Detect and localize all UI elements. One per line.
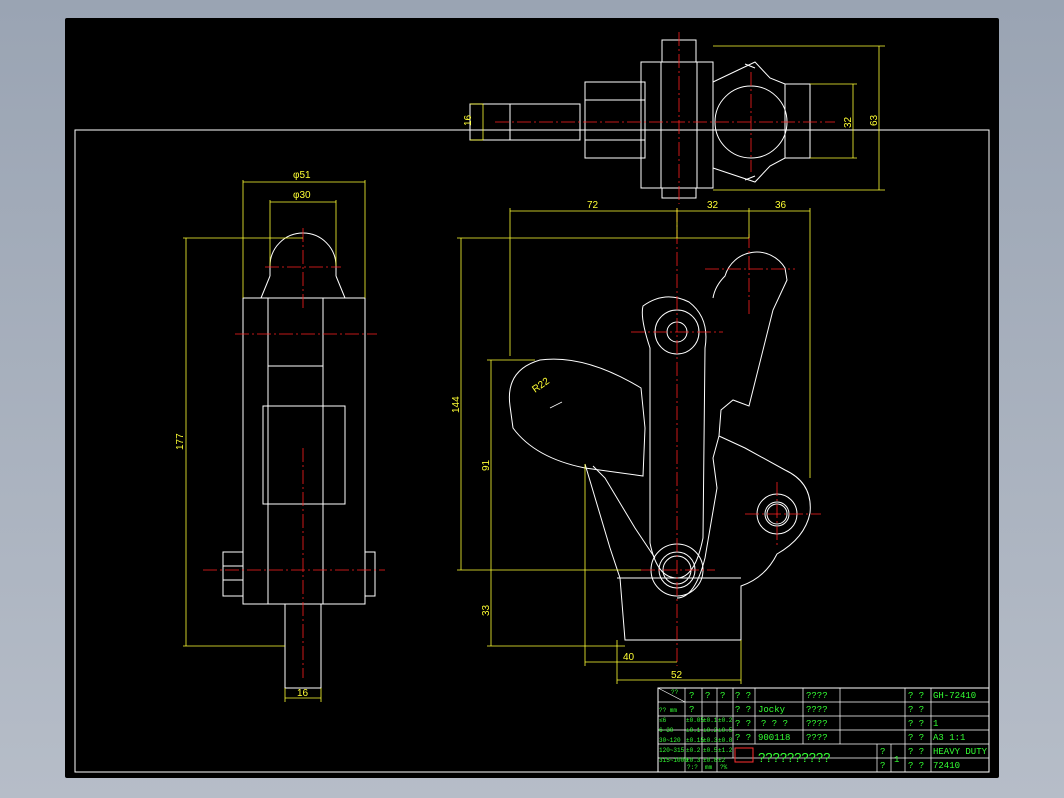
dim-32-top: 32 — [843, 116, 854, 128]
tb-name: HEAVY DUTY — [933, 747, 988, 757]
tb-tol-3-2: ±0.5 — [703, 747, 718, 754]
tb-checker: ? ? ? — [761, 719, 788, 729]
tb-tol-3-3: ±1.2 — [718, 747, 733, 754]
side-view: φ51 φ30 177 16 — [175, 170, 385, 702]
side-view-plates — [242, 297, 366, 605]
title-block: ?? ?? mm ≤6 ±0.05 ±0.1 ±0.2 6~30 ±0.1 ±0… — [657, 687, 990, 773]
cad-drawing: 16 32 63 φ51 φ30 177 16 72 32 36 144 91 … — [74, 32, 990, 773]
tb-row-label-2: ? ? — [735, 719, 751, 729]
dim-16-left: 16 — [297, 688, 309, 699]
tb-part-code: GH-72410 — [933, 691, 976, 701]
tb-sheet-n: 1 — [894, 755, 899, 765]
tb-tol-2-3: ±0.8 — [718, 737, 733, 744]
tb-tol-1-2: ±0.2 — [703, 727, 718, 734]
tb-row-label-0: ? ? — [735, 691, 751, 701]
tb-row-label-1: ? ? — [735, 705, 751, 715]
dim-phi30: φ30 — [293, 190, 311, 201]
tb-col-label-0: ???? — [806, 691, 828, 701]
dim-40: 40 — [623, 652, 635, 663]
tb-designer: Jocky — [758, 705, 786, 715]
tb-mat-q-3: ? ? — [908, 733, 924, 743]
tb-col-label-1: ???? — [806, 705, 828, 715]
tb-tol-0-0: ≤6 — [659, 717, 667, 724]
tb-qty: 1 — [933, 719, 938, 729]
tb-tol-2-1: ±0.15 — [686, 737, 704, 744]
dim-phi51: φ51 — [293, 170, 311, 181]
tb-number: 72410 — [933, 761, 960, 771]
tb-company: ?????????? — [758, 750, 830, 765]
tb-mat-q-0: ? ? — [908, 691, 924, 701]
front-view-upper-arm — [712, 251, 788, 437]
tb-mat-q-4: ? ? — [908, 747, 924, 757]
dim-33: 33 — [481, 604, 492, 616]
front-view: 72 32 36 144 91 33 40 52 R22 — [451, 200, 821, 684]
tb-tol-1-3: ±0.5 — [718, 727, 733, 734]
tb-tol-2-2: ±0.3 — [703, 737, 718, 744]
tb-tol-0-1: ±0.05 — [686, 717, 704, 724]
dim-16-top: 16 — [463, 114, 474, 126]
dim-32-front: 32 — [707, 200, 719, 211]
tb-date-code: 900118 — [758, 733, 790, 743]
tb-q1: ? — [689, 691, 694, 701]
company-logo-icon — [734, 747, 754, 763]
tb-mm: mm — [705, 764, 713, 771]
tb-col-label-2: ???? — [806, 719, 828, 729]
tb-sheet: A3 1:1 — [933, 733, 965, 743]
tb-pct-q: ?% — [720, 764, 728, 771]
front-view-lever — [641, 296, 707, 579]
tb-mat-q-1: ? ? — [908, 705, 924, 715]
tb-q4: ? — [689, 705, 694, 715]
tb-q3: ? — [720, 691, 725, 701]
tb-tol-3-0: 120~315 — [659, 747, 685, 754]
dim-36: 36 — [775, 200, 787, 211]
dim-52: 52 — [671, 670, 683, 681]
dim-r22: R22 — [530, 376, 552, 396]
tb-tol-4-1: ±0.3 — [686, 757, 701, 764]
drawing-frame — [74, 129, 990, 773]
front-view-handle-grip — [508, 358, 646, 477]
tb-row-label-3: ? ? — [735, 733, 751, 743]
drawing-viewport[interactable]: 16 32 63 φ51 φ30 177 16 72 32 36 144 91 … — [65, 18, 999, 778]
tb-mat-q-5: ? ? — [908, 761, 924, 771]
dim-177: 177 — [175, 433, 186, 450]
dim-72: 72 — [587, 200, 599, 211]
tb-ratio-q: ?:? — [687, 764, 698, 771]
tb-corner-mid: ?? mm — [659, 707, 677, 714]
tb-tol-4-2: ±0.8 — [703, 757, 718, 764]
tb-mat-q-2: ? ? — [908, 719, 924, 729]
tb-tol-1-0: 6~30 — [659, 727, 674, 734]
tb-tol-0-2: ±0.1 — [703, 717, 718, 724]
top-view-clevis — [640, 61, 714, 189]
tb-tol-4-3: ±2 — [718, 757, 726, 764]
tb-tol-1-1: ±0.1 — [686, 727, 701, 734]
tb-sheet-q1: ? — [880, 747, 885, 757]
tb-q2: ? — [705, 691, 710, 701]
tb-tol-4-0: 315~1000 — [659, 757, 688, 764]
tb-sheet-q2: ? — [880, 761, 885, 771]
tb-col-label-3: ???? — [806, 733, 828, 743]
side-view-nut — [222, 551, 244, 597]
dim-63: 63 — [869, 114, 880, 126]
tb-tol-2-0: 30~120 — [659, 737, 681, 744]
top-view-body — [584, 81, 646, 159]
tb-tol-3-1: ±0.2 — [686, 747, 701, 754]
dim-144: 144 — [451, 396, 462, 413]
top-view: 16 32 63 — [463, 32, 885, 204]
dim-91: 91 — [481, 459, 492, 471]
tb-corner-top: ?? — [671, 689, 679, 696]
tb-tol-0-3: ±0.2 — [718, 717, 733, 724]
